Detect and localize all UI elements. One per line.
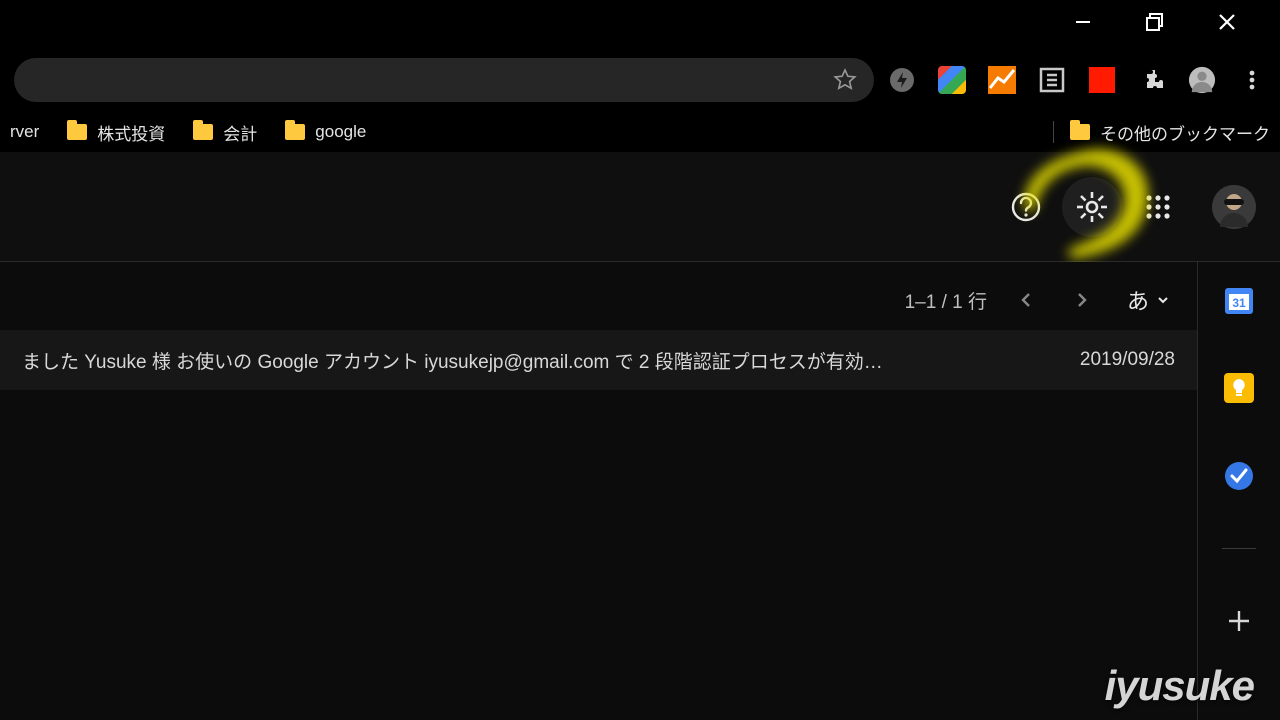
bookmark-kaikei[interactable]: 会計 [193, 120, 257, 145]
folder-icon [285, 124, 305, 140]
folder-icon [193, 124, 213, 140]
bookmark-other[interactable]: その他のブックマーク [1070, 120, 1270, 145]
tasks-app-icon[interactable] [1223, 460, 1255, 492]
add-app-button[interactable] [1223, 605, 1255, 637]
bookmark-label: 株式投資 [97, 120, 165, 145]
message-date: 2019/09/28 [1080, 349, 1175, 371]
address-bar-row [0, 52, 1280, 108]
folder-icon [1070, 124, 1090, 140]
svg-text:31: 31 [1232, 296, 1246, 310]
bookmark-label: 会計 [223, 120, 257, 145]
bookmark-rver[interactable]: rver [10, 122, 39, 142]
watermark: iyusuke [1105, 662, 1254, 710]
message-snippet: ました Yusuke 様 お使いの Google アカウント iyusukejp… [22, 347, 1060, 374]
apps-launcher-button[interactable] [1128, 177, 1188, 237]
bookmark-label: その他のブックマーク [1100, 120, 1270, 145]
calendar-app-icon[interactable]: 31 [1223, 284, 1255, 316]
prev-page-button[interactable] [1009, 283, 1043, 317]
extension-red-icon[interactable] [1088, 66, 1116, 94]
ime-label: あ [1127, 284, 1149, 316]
chrome-menu-icon[interactable] [1238, 66, 1266, 94]
keep-app-icon[interactable] [1223, 372, 1255, 404]
extension-analytics-icon[interactable] [988, 66, 1016, 94]
profile-avatar-icon[interactable] [1188, 66, 1216, 94]
minimize-button[interactable] [1060, 0, 1106, 44]
extension-amp-icon[interactable] [888, 66, 916, 94]
bookmark-google[interactable]: google [285, 122, 366, 142]
help-button[interactable] [996, 177, 1056, 237]
address-bar[interactable] [14, 58, 874, 102]
settings-button[interactable] [1062, 177, 1122, 237]
input-method-button[interactable]: あ [1127, 284, 1169, 316]
message-row[interactable]: ました Yusuke 様 お使いの Google アカウント iyusukejp… [0, 330, 1197, 390]
bookmark-kabushiki[interactable]: 株式投資 [67, 120, 165, 145]
bookmark-star-icon[interactable] [832, 67, 858, 93]
bookmark-label: rver [10, 122, 39, 142]
account-avatar[interactable] [1212, 185, 1256, 229]
divider [1053, 121, 1054, 143]
close-button[interactable] [1204, 0, 1250, 44]
folder-icon [67, 124, 87, 140]
side-panel-divider [1222, 548, 1256, 549]
maximize-button[interactable] [1132, 0, 1178, 44]
extension-evernote-icon[interactable] [1038, 66, 1066, 94]
bookmark-label: google [315, 122, 366, 142]
extensions-menu-icon[interactable] [1138, 66, 1166, 94]
extension-google-icon[interactable] [938, 66, 966, 94]
mail-toolbar: 1–1 / 1 行 あ [0, 270, 1197, 330]
chevron-down-icon [1157, 294, 1169, 306]
pagination-counter: 1–1 / 1 行 [905, 287, 987, 314]
next-page-button[interactable] [1065, 283, 1099, 317]
